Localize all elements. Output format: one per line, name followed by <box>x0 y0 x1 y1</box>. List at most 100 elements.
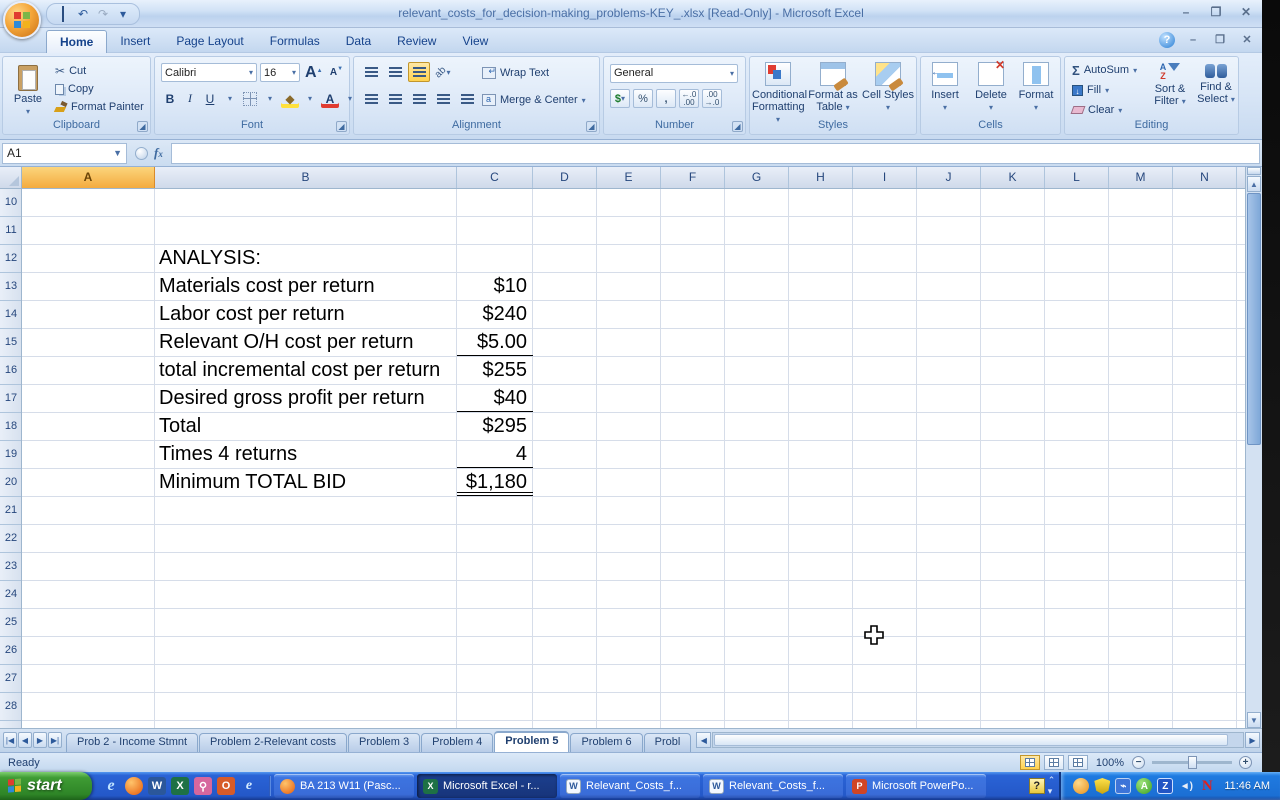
row-header-21[interactable]: 21 <box>0 497 22 525</box>
row-header-16[interactable]: 16 <box>0 357 22 385</box>
sheet-tab-problem-3[interactable]: Problem 3 <box>348 733 420 753</box>
vertical-scroll-thumb[interactable] <box>1247 193 1261 445</box>
key-icon[interactable]: ⚲ <box>194 777 212 795</box>
increase-indent-button[interactable] <box>456 89 478 109</box>
name-box[interactable]: A1 ▼ <box>2 143 127 164</box>
font-size-select[interactable]: 16▾ <box>260 63 300 82</box>
borders-dropdown[interactable]: ▾ <box>261 89 279 108</box>
delete-cells-button[interactable]: Delete▾ <box>969 60 1013 120</box>
column-header-L[interactable]: L <box>1045 167 1109 189</box>
cell-B19[interactable]: Times 4 returns <box>159 441 297 469</box>
sheet-tab-probl[interactable]: Probl <box>644 733 692 753</box>
column-header-F[interactable]: F <box>661 167 725 189</box>
column-header-D[interactable]: D <box>533 167 597 189</box>
row-header-27[interactable]: 27 <box>0 665 22 693</box>
zoom-in-button[interactable]: + <box>1239 756 1252 769</box>
number-format-select[interactable]: General▾ <box>610 64 738 83</box>
close-button[interactable]: ✕ <box>1236 6 1256 20</box>
fill-color-button[interactable]: ◆ <box>281 89 299 108</box>
page-break-view-button[interactable] <box>1068 755 1088 770</box>
ribbon-tab-page-layout[interactable]: Page Layout <box>163 30 256 53</box>
cell-B12[interactable]: ANALYSIS: <box>159 245 261 273</box>
cell-C14[interactable]: $240 <box>457 301 533 329</box>
select-all-corner[interactable] <box>0 167 22 189</box>
italic-button[interactable]: I <box>181 89 199 108</box>
align-right-button[interactable] <box>408 89 430 109</box>
row-header-15[interactable]: 15 <box>0 329 22 357</box>
cell-C18[interactable]: $295 <box>457 413 533 441</box>
taskbar-button-microsoft-powerpo-[interactable]: PMicrosoft PowerPo... <box>846 774 986 798</box>
cell-C16[interactable]: $255 <box>457 357 533 385</box>
column-header-B[interactable]: B <box>155 167 457 189</box>
zoom-out-button[interactable]: − <box>1132 756 1145 769</box>
orientation-button[interactable]: ab▾ <box>432 62 454 82</box>
row-header-19[interactable]: 19 <box>0 441 22 469</box>
column-header-E[interactable]: E <box>597 167 661 189</box>
word-icon[interactable]: W <box>148 777 166 795</box>
grow-font-button[interactable]: A <box>303 63 325 82</box>
cell-B16[interactable]: total incremental cost per return <box>159 357 440 385</box>
format-painter-button[interactable]: Format Painter <box>53 98 144 116</box>
row-header-10[interactable]: 10 <box>0 189 22 217</box>
column-header-M[interactable]: M <box>1109 167 1173 189</box>
shrink-font-button[interactable]: A <box>328 63 346 82</box>
cell-B17[interactable]: Desired gross profit per return <box>159 385 425 413</box>
shield-icon[interactable] <box>1094 778 1110 794</box>
cell-styles-button[interactable]: Cell Styles ▾ <box>862 60 914 120</box>
column-header-A[interactable]: A <box>22 167 155 189</box>
sheet-tab-problem-2-relevant-costs[interactable]: Problem 2-Relevant costs <box>199 733 347 753</box>
office-button[interactable] <box>3 1 41 39</box>
minimize-button[interactable]: – <box>1176 6 1196 20</box>
comma-style-button[interactable]: , <box>656 89 676 108</box>
workbook-close-button[interactable]: ✕ <box>1238 34 1256 47</box>
excel-icon[interactable]: X <box>171 777 189 795</box>
format-as-table-button[interactable]: Format as Table ▾ <box>807 60 859 120</box>
browser-icon[interactable]: e <box>240 777 258 795</box>
cancel-entry-button[interactable] <box>135 147 148 160</box>
volume-icon[interactable]: ◄) <box>1178 778 1194 794</box>
row-header-13[interactable]: 13 <box>0 273 22 301</box>
show-hidden-icons-button[interactable]: ⌃▾ <box>1048 775 1056 797</box>
row-header-14[interactable]: 14 <box>0 301 22 329</box>
firefox-icon[interactable] <box>125 777 143 795</box>
row-header-28[interactable]: 28 <box>0 693 22 721</box>
scrollbar-split-handle[interactable] <box>1247 167 1261 175</box>
cell-C17[interactable]: $40 <box>457 385 533 413</box>
insert-cells-button[interactable]: Insert▾ <box>923 60 967 120</box>
cell-B15[interactable]: Relevant O/H cost per return <box>159 329 414 357</box>
n-icon[interactable]: N <box>1199 778 1215 794</box>
accounting-format-button[interactable]: $▾ <box>610 89 630 108</box>
help-tray-icon[interactable]: ? <box>1029 778 1045 794</box>
sheet-tab-problem-4[interactable]: Problem 4 <box>421 733 493 753</box>
restore-button[interactable]: ❐ <box>1206 6 1226 20</box>
row-header-26[interactable]: 26 <box>0 637 22 665</box>
increase-decimal-button[interactable]: ←.0.00 <box>679 89 699 108</box>
taskbar-button-relevant-costs-f-[interactable]: WRelevant_Costs_f... <box>560 774 700 798</box>
middle-align-button[interactable] <box>384 62 406 82</box>
row-header-25[interactable]: 25 <box>0 609 22 637</box>
antivirus-icon[interactable]: A <box>1136 778 1152 794</box>
font-dialog-launcher[interactable]: ◢ <box>336 121 347 132</box>
cell-B18[interactable]: Total <box>159 413 201 441</box>
row-header-24[interactable]: 24 <box>0 581 22 609</box>
horizontal-scroll-thumb[interactable] <box>714 734 1228 746</box>
sheet-tab-prob-2-income-stmnt[interactable]: Prob 2 - Income Stmnt <box>66 733 198 753</box>
top-align-button[interactable] <box>360 62 382 82</box>
zoom-slider[interactable] <box>1152 761 1232 764</box>
wrap-text-button[interactable]: Wrap Text <box>482 63 549 83</box>
percent-style-button[interactable]: % <box>633 89 653 108</box>
horizontal-scrollbar[interactable]: ◀ ▶ <box>692 729 1262 748</box>
formula-input[interactable] <box>171 143 1260 164</box>
bold-button[interactable]: B <box>161 89 179 108</box>
first-sheet-button[interactable]: |◀ <box>3 732 17 748</box>
font-name-select[interactable]: Calibri▾ <box>161 63 257 82</box>
row-header-23[interactable]: 23 <box>0 553 22 581</box>
column-header-C[interactable]: C <box>457 167 533 189</box>
align-left-button[interactable] <box>360 89 382 109</box>
column-header-N[interactable]: N <box>1173 167 1237 189</box>
cell-C13[interactable]: $10 <box>457 273 533 301</box>
autosum-button[interactable]: ΣAutoSum▾ <box>1070 61 1137 79</box>
sort-filter-button[interactable]: AZ Sort & Filter ▾ <box>1147 60 1193 120</box>
cell-B20[interactable]: Minimum TOTAL BID <box>159 469 346 497</box>
help-icon[interactable]: ? <box>1159 32 1175 48</box>
